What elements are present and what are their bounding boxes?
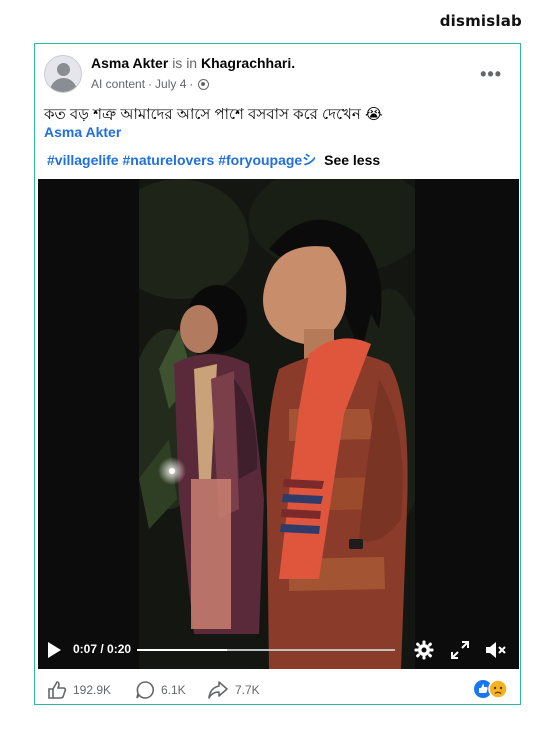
like-stat[interactable]: 192.9K bbox=[47, 680, 111, 700]
expand-icon[interactable] bbox=[451, 641, 469, 659]
share-arrow-icon bbox=[208, 681, 228, 699]
video-frame bbox=[139, 179, 415, 669]
meta-separator: · bbox=[148, 77, 153, 91]
ai-content-label: AI content bbox=[91, 77, 146, 91]
hashtag-line: #villagelife #naturelovers #foryoupageシ … bbox=[47, 150, 380, 170]
location-link[interactable]: Khagrachhari. bbox=[201, 55, 295, 71]
reaction-icons[interactable] bbox=[473, 679, 511, 699]
video-player[interactable]: 0:07 / 0:20 bbox=[38, 179, 519, 669]
see-less-button[interactable]: See less bbox=[324, 152, 380, 168]
author-name[interactable]: Asma Akter bbox=[91, 55, 168, 71]
avatar-head-shape bbox=[57, 63, 70, 76]
thumbs-up-icon bbox=[48, 681, 67, 699]
video-progress-fill bbox=[137, 649, 228, 651]
post-stats-bar: 192.9K 6.1K 7.7K bbox=[35, 676, 520, 704]
share-count: 7.7K bbox=[235, 683, 260, 697]
post-date[interactable]: July 4 bbox=[155, 77, 186, 91]
video-frame-illustration bbox=[139, 179, 415, 669]
avatar[interactable] bbox=[44, 55, 82, 93]
share-stat[interactable]: 7.7K bbox=[207, 680, 260, 700]
globe-icon bbox=[198, 78, 210, 90]
hashtag-villagelife[interactable]: #villagelife bbox=[47, 152, 119, 168]
author-line: Asma Akter is in Khagrachhari. bbox=[91, 55, 295, 71]
more-options-button[interactable]: ••• bbox=[480, 64, 502, 85]
video-time: 0:07 / 0:20 bbox=[73, 642, 132, 656]
brand-logo: dismislab bbox=[439, 12, 522, 30]
is-in-text: is in bbox=[172, 55, 198, 71]
video-progress-track[interactable] bbox=[137, 649, 395, 651]
like-count: 192.9K bbox=[73, 683, 112, 697]
sad-reaction-icon bbox=[488, 679, 508, 699]
comment-bubble-icon bbox=[136, 681, 154, 699]
play-icon[interactable] bbox=[48, 642, 61, 658]
gear-icon[interactable] bbox=[414, 640, 434, 660]
comment-count: 6.1K bbox=[161, 683, 186, 697]
post-meta: AI content · July 4 · bbox=[91, 77, 210, 91]
mention-link[interactable]: Asma Akter bbox=[44, 124, 121, 140]
hashtag-foryoupage[interactable]: #foryoupageシ bbox=[218, 152, 316, 168]
post-header: Asma Akter is in Khagrachhari. AI conten… bbox=[35, 44, 520, 104]
video-controls: 0:07 / 0:20 bbox=[38, 631, 519, 669]
comment-stat[interactable]: 6.1K bbox=[135, 680, 186, 700]
hashtag-naturelovers[interactable]: #naturelovers bbox=[122, 152, 214, 168]
meta-separator-2: · bbox=[189, 77, 194, 91]
avatar-body-shape bbox=[50, 78, 77, 92]
volume-muted-icon[interactable] bbox=[485, 641, 507, 659]
facebook-post-card: Asma Akter is in Khagrachhari. AI conten… bbox=[34, 43, 521, 705]
